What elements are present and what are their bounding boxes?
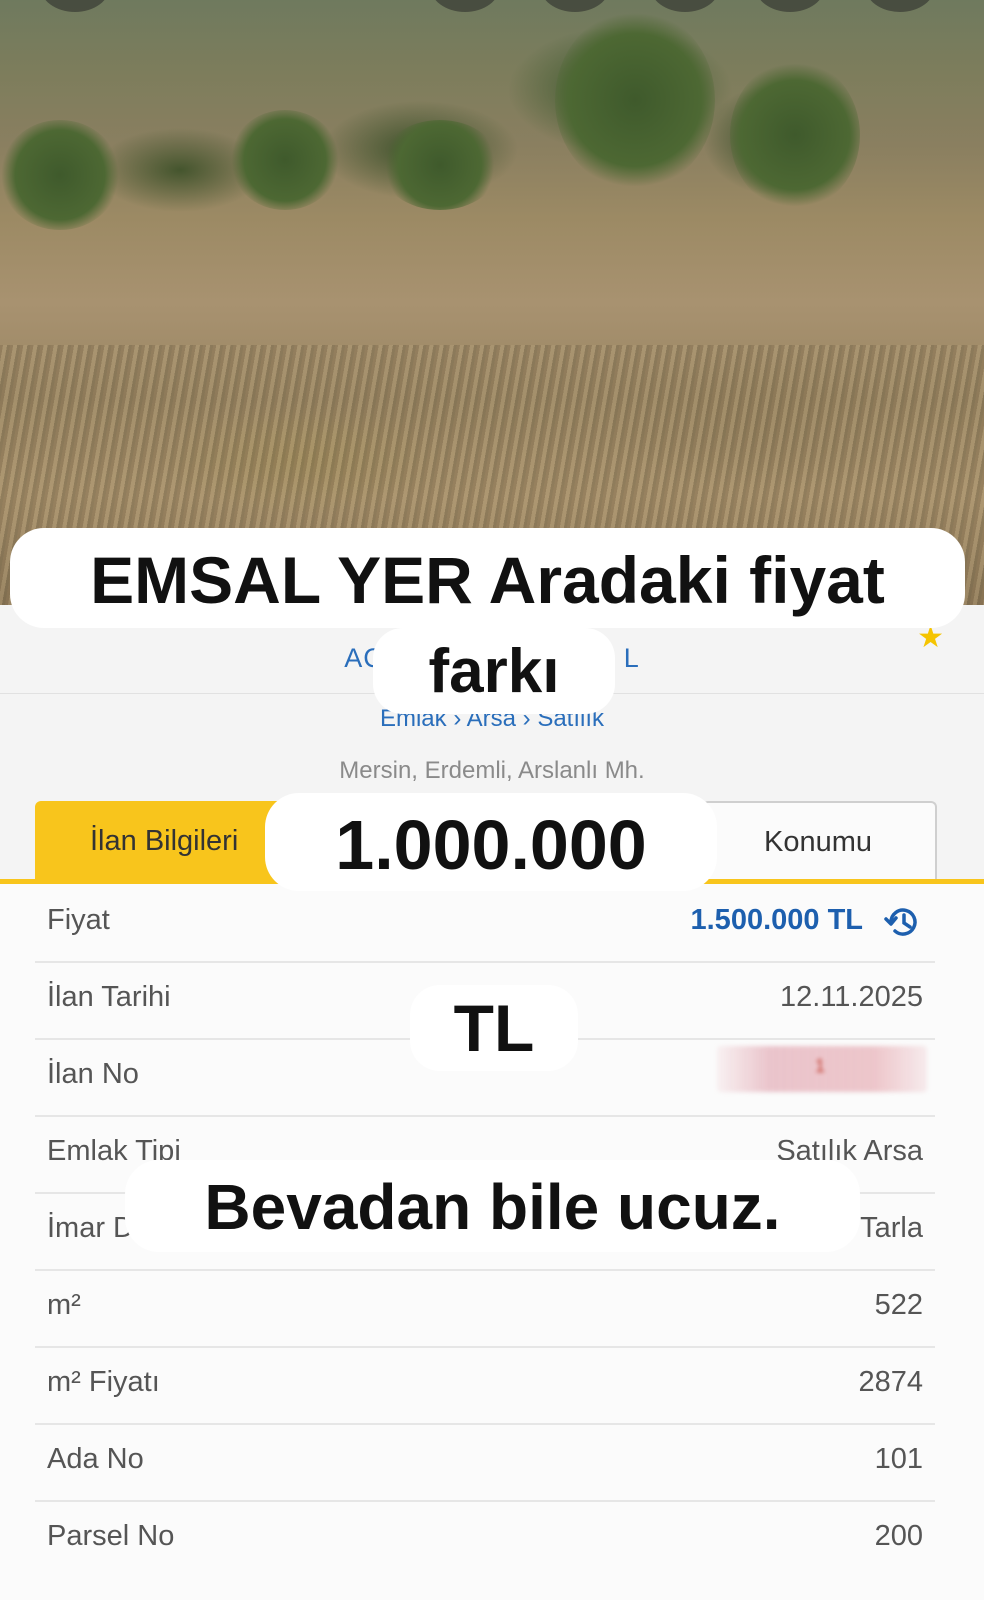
row-label: m² Fiyatı (47, 1366, 160, 1398)
row-label: Parsel No (47, 1520, 175, 1552)
tab-location[interactable]: Konumu (702, 801, 937, 879)
pager-dot[interactable] (650, 0, 720, 12)
table-row: Fiyat 1.500.000 TL (35, 884, 935, 963)
tree (730, 60, 860, 210)
row-value: 522 (874, 1289, 923, 1321)
table-row: m² 522 (35, 1269, 935, 1348)
tree (230, 110, 340, 210)
overlay-caption-currency: TL (410, 985, 578, 1071)
row-label: m² (47, 1289, 81, 1321)
history-icon[interactable] (883, 902, 923, 942)
row-label: Fiyat (47, 904, 110, 936)
price-value: 1.500.000 TL (690, 904, 864, 936)
location-text: Mersin, Erdemli, Arslanlı Mh. (339, 757, 645, 784)
pager-dot[interactable] (865, 0, 935, 12)
tree (0, 120, 120, 230)
row-label: İlan No (47, 1058, 139, 1090)
row-label: Ada No (47, 1443, 144, 1475)
tree (555, 10, 715, 190)
table-row: Parsel No 200 (35, 1500, 935, 1577)
table-row: m² Fiyatı 2874 (35, 1346, 935, 1425)
row-value: 12.11.2025 (780, 981, 923, 1013)
overlay-caption-line5: Bevadan bile ucuz. (125, 1160, 860, 1252)
pager-dot[interactable] (40, 0, 110, 12)
table-row: Ada No 101 (35, 1423, 935, 1502)
row-value: 101 (874, 1443, 923, 1475)
overlay-caption-price: 1.000.000 (265, 793, 717, 891)
row-value: 200 (874, 1520, 923, 1552)
overlay-caption-line2: farkı (373, 628, 615, 714)
overlay-caption-line1: EMSAL YER Aradaki fiyat (10, 528, 965, 628)
listing-photo (0, 0, 984, 605)
listing-panel: AC L ★ Emlak › Arsa › Satılık Mersin, Erd… (0, 605, 984, 1600)
redacted-listing-number: 1 (717, 1046, 927, 1092)
pager-dot[interactable] (540, 0, 610, 12)
row-label: İlan Tarihi (47, 981, 171, 1013)
row-value: 2874 (858, 1366, 923, 1398)
title-right: L (623, 643, 640, 673)
pager-dot[interactable] (755, 0, 825, 12)
row-value: 1 (815, 1056, 826, 1076)
pager-dot[interactable] (430, 0, 500, 12)
row-value: Tarla (860, 1212, 923, 1244)
tree (380, 120, 500, 210)
